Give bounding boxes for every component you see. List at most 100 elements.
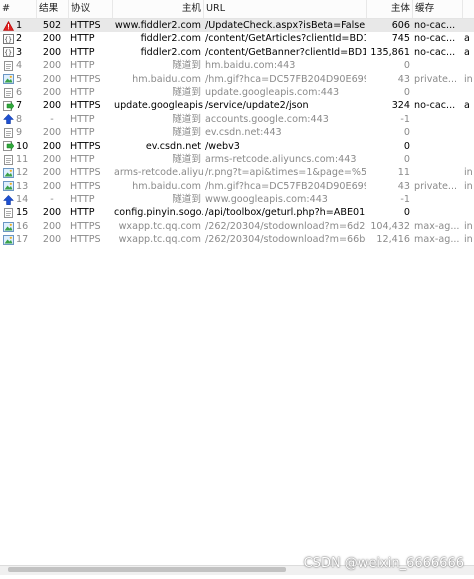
session-content-type: in — [464, 167, 473, 179]
session-id: 6 — [16, 86, 23, 98]
response-arrow-icon — [3, 101, 14, 111]
session-number: 11 — [0, 153, 36, 166]
session-protocol: HTTPS — [70, 220, 101, 232]
horizontal-scrollbar-thumb[interactable] — [8, 567, 286, 572]
session-caching: private... — [414, 73, 458, 85]
session-body-size: 135,861 — [370, 46, 410, 58]
session-id: 8 — [16, 113, 23, 125]
col-header-result[interactable]: 结果 — [36, 0, 68, 18]
session-caching — [412, 126, 462, 139]
session-protocol: HTTPS — [70, 180, 101, 192]
session-row[interactable]: 13 200 HTTPS hm.baidu.com/hm.gif?hca=DC57FB… — [0, 180, 474, 193]
session-row[interactable]: 11 200 HTTP 隧道到 arms-retcode.aliyuncs.com:44… — [0, 153, 474, 166]
session-body-size: 0 — [403, 207, 410, 219]
session-url: arms-retcode.aliyuncs.com:443 — [205, 153, 357, 165]
session-protocol: HTTP — [70, 33, 95, 45]
session-content-type — [462, 59, 474, 72]
session-body-size: -1 — [400, 113, 410, 125]
session-url: update.googleapis.com:443 — [205, 86, 340, 98]
session-id: 5 — [16, 73, 23, 85]
session-protocol: HTTPS — [70, 20, 101, 31]
session-row[interactable]: 15 200 HTTP config.pinyin.sogo.../api/toolb… — [0, 206, 474, 219]
session-body-size: 43 — [397, 180, 410, 192]
session-row[interactable]: 7 200 HTTPS update.googleapis..../service/u… — [0, 99, 474, 112]
session-body-size: 11 — [397, 167, 410, 179]
session-url: /UpdateCheck.aspx?isBeta=False — [205, 20, 366, 31]
session-url: /content/GetArticles?clientId=BD122ED... — [205, 33, 366, 45]
session-result: 200 — [42, 234, 62, 246]
session-number: 10 — [0, 140, 36, 153]
session-number: 12 — [0, 166, 36, 179]
session-content-type — [462, 140, 474, 153]
session-url: /service/update2/json — [205, 100, 309, 112]
session-content-type — [462, 19, 474, 32]
session-protocol: HTTP — [70, 153, 95, 165]
session-number: 13 — [0, 180, 36, 193]
session-protocol: HTTP — [70, 194, 95, 206]
session-row[interactable]: 8 - HTTP 隧道到 accounts.google.com:443 -1 — [0, 113, 474, 126]
image-icon — [3, 181, 14, 192]
session-row[interactable]: 10 200 HTTPS ev.csdn.net/webv3 0 — [0, 140, 474, 153]
watermark: CSDN @weixin_6666666 — [303, 556, 464, 571]
session-row[interactable]: 1 502 HTTPS www.fiddler2.com/UpdateCheck.as… — [0, 19, 474, 33]
session-host: 隧道到 — [172, 153, 201, 165]
session-result: 200 — [42, 100, 62, 112]
session-body-size: 0 — [403, 86, 410, 98]
session-body-size: 324 — [391, 100, 410, 112]
session-result: 200 — [42, 220, 62, 232]
session-url: /262/20304/stodownload?m=66bdcc90... — [205, 234, 366, 246]
svg-text:{}: {} — [4, 36, 12, 44]
session-result: - — [50, 194, 54, 206]
session-list-header: # 结果 协议 主机 URL 主体 缓存 — [0, 0, 474, 19]
document-icon — [3, 208, 14, 219]
session-row[interactable]: 12 200 HTTPS arms-retcode.aliyu.../r.png?t=… — [0, 166, 474, 179]
session-content-type: in — [464, 180, 473, 192]
session-content-type: a — [464, 33, 470, 45]
session-url: ev.csdn.net:443 — [205, 127, 282, 139]
session-number: 6 — [0, 86, 36, 99]
session-row[interactable]: 16 200 HTTPS wxapp.tc.qq.com/262/20304/stod… — [0, 220, 474, 233]
session-row[interactable]: 4 200 HTTP 隧道到 hm.baidu.com:443 0 — [0, 59, 474, 72]
session-host: 隧道到 — [172, 194, 201, 206]
session-id: 11 — [16, 153, 29, 165]
session-row[interactable]: 6 200 HTTP 隧道到 update.googleapis.com:443 0 — [0, 86, 474, 99]
session-id: 4 — [16, 60, 23, 72]
session-row[interactable]: 5 200 HTTPS hm.baidu.com/hm.gif?hca=DC57FB2… — [0, 73, 474, 86]
col-header-caching[interactable]: 缓存 — [412, 0, 462, 18]
session-id: 12 — [16, 167, 29, 179]
session-list[interactable]: # 结果 协议 主机 URL 主体 缓存 1 502 HTTPS www.fiddle… — [0, 0, 474, 247]
col-header-content-type[interactable] — [462, 0, 474, 18]
session-result: 200 — [42, 33, 62, 45]
session-host: fiddler2.com — [140, 46, 201, 58]
session-content-type — [462, 113, 474, 126]
session-row[interactable]: 17 200 HTTPS wxapp.tc.qq.com/262/20304/stod… — [0, 233, 474, 246]
session-caching: private... — [414, 180, 458, 192]
session-row[interactable]: 9 200 HTTP 隧道到 ev.csdn.net:443 0 — [0, 126, 474, 139]
session-result: 502 — [42, 20, 62, 31]
session-content-type: a — [464, 100, 470, 112]
session-protocol: HTTP — [70, 207, 95, 219]
session-protocol: HTTPS — [70, 234, 101, 246]
document-icon — [3, 127, 14, 138]
session-number: 17 — [0, 233, 36, 246]
col-header-number[interactable]: # — [0, 0, 36, 18]
session-row[interactable]: {} 2 200 HTTP fiddler2.com/content/GetArticl… — [0, 32, 474, 45]
session-protocol: HTTP — [70, 46, 95, 58]
session-protocol: HTTP — [70, 60, 95, 72]
session-result: 200 — [42, 167, 62, 179]
session-url: /hm.gif?hca=DC57FB204D90E699&cc=... — [205, 73, 366, 85]
image-icon — [3, 221, 14, 232]
session-row[interactable]: 14 - HTTP 隧道到 www.googleapis.com:443 -1 — [0, 193, 474, 206]
session-number: 9 — [0, 126, 36, 139]
col-header-protocol[interactable]: 协议 — [68, 0, 112, 18]
session-caching — [412, 113, 462, 126]
col-header-url[interactable]: URL — [203, 0, 366, 18]
session-id: 10 — [16, 140, 29, 152]
session-body-size: 0 — [403, 60, 410, 72]
col-header-body[interactable]: 主体 — [366, 0, 412, 18]
session-id: 3 — [16, 46, 23, 58]
session-id: 9 — [16, 127, 23, 139]
session-result: 200 — [42, 140, 62, 152]
session-row[interactable]: {} 3 200 HTTP fiddler2.com/content/GetBanner… — [0, 46, 474, 59]
col-header-host[interactable]: 主机 — [112, 0, 203, 18]
